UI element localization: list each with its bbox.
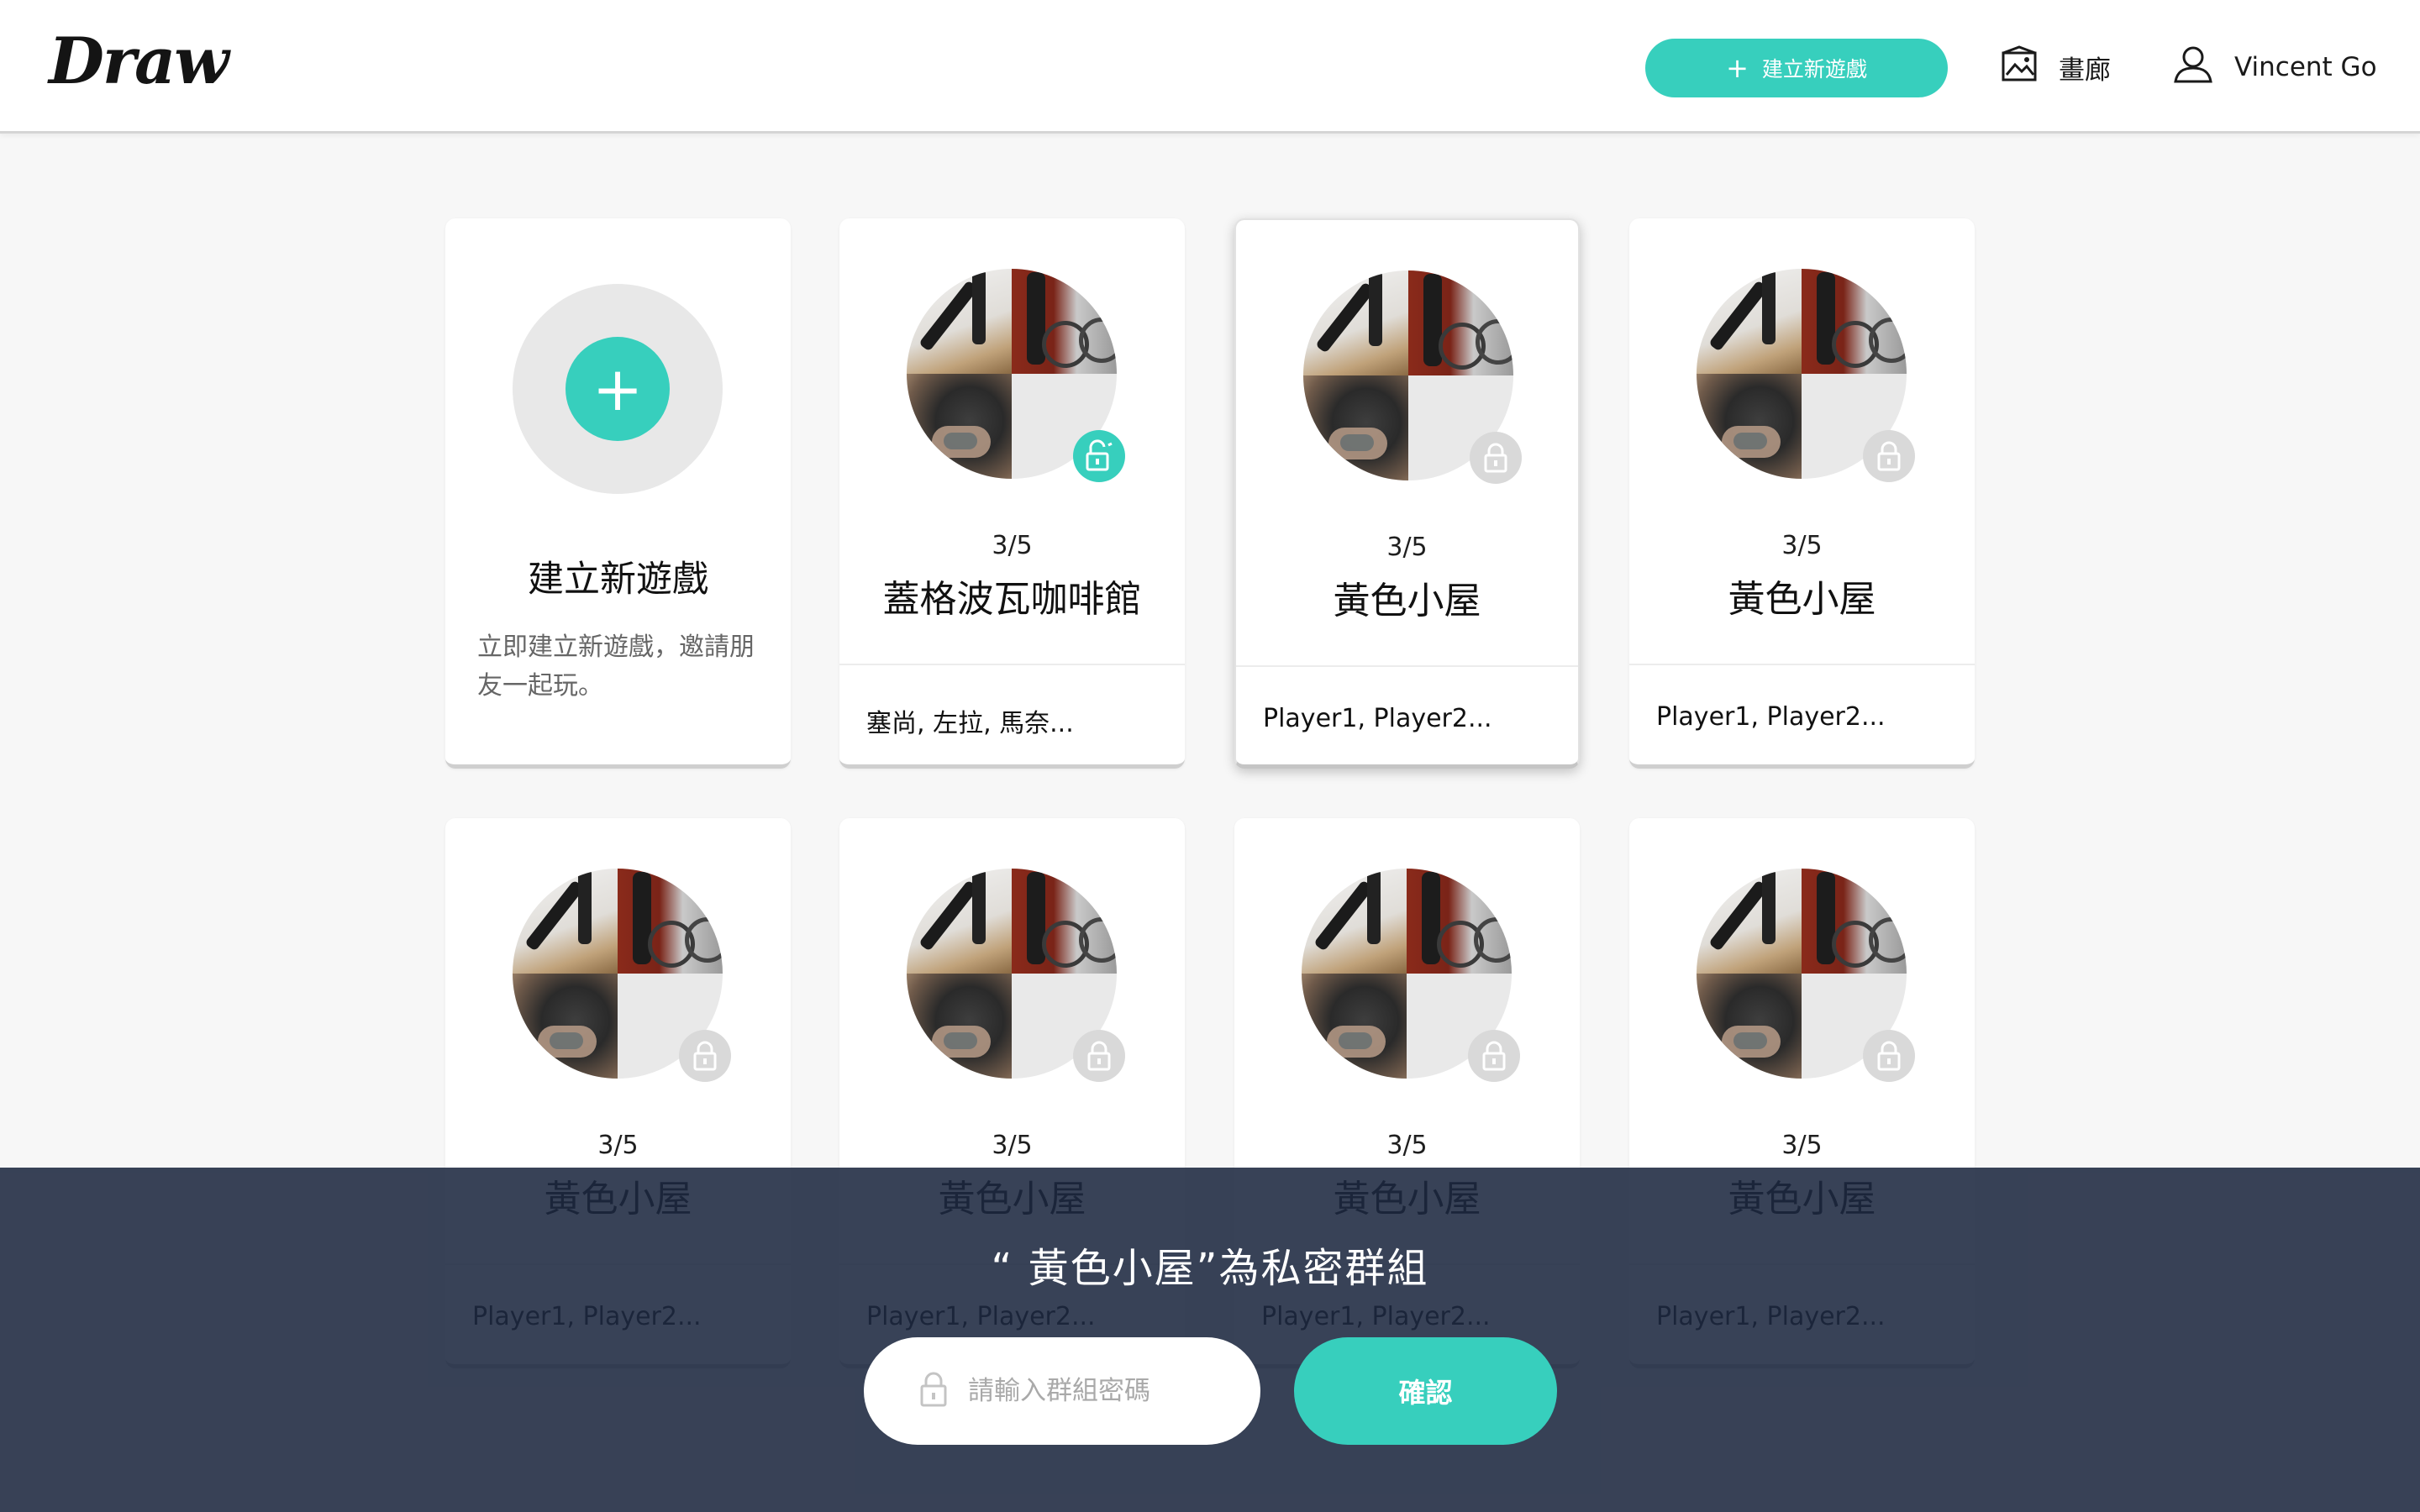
room-player-count: 3/5 [1386, 533, 1428, 562]
add-icon[interactable]: + [566, 337, 670, 441]
plus-icon: + [1726, 52, 1749, 84]
user-name: Vincent Go [2234, 52, 2377, 82]
unlock-icon [1073, 430, 1125, 482]
room-players: Player1, Player2... [1263, 704, 1492, 733]
create-game-card[interactable]: + 建立新遊戲 立即建立新遊戲，邀請朋友一起玩。 [445, 218, 791, 769]
create-game-title: 建立新遊戲 [528, 559, 708, 601]
lock-icon [1470, 432, 1522, 484]
password-input[interactable] [968, 1376, 1220, 1406]
room-player-count: 3/5 [597, 1131, 639, 1160]
room-player-count: 3/5 [1781, 531, 1823, 560]
lock-icon [1073, 1030, 1125, 1082]
lock-icon [1863, 1030, 1915, 1082]
lock-icon [679, 1030, 731, 1082]
top-header: Draw + 建立新遊戲 畫廊 Vincent Go [0, 0, 2420, 134]
gallery-icon [2000, 45, 2039, 90]
room-player-count: 3/5 [1781, 1131, 1823, 1160]
lock-icon [1468, 1030, 1520, 1082]
room-name: 黃色小屋 [1728, 578, 1876, 621]
nav-gallery-label: 畫廊 [2059, 55, 2111, 86]
card-divider [1629, 664, 1975, 665]
room-players: Player1, Player2... [1656, 702, 1886, 732]
nav-gallery[interactable]: 畫廊 [2000, 42, 2111, 92]
room-card[interactable]: 3/5 蓋格波瓦咖啡館塞尚, 左拉, 馬奈... [839, 218, 1185, 769]
card-divider [839, 664, 1185, 665]
create-game-description: 立即建立新遊戲，邀請朋友一起玩。 [477, 633, 755, 701]
new-game-button[interactable]: + 建立新遊戲 [1645, 39, 1948, 97]
password-dialog: “ 黃色小屋”為私密群組 確認 [0, 1168, 2420, 1512]
lock-icon [919, 1371, 948, 1411]
nav-user-profile[interactable]: Vincent Go [2172, 42, 2377, 92]
private-group-message: “ 黃色小屋”為私密群組 [991, 1245, 1429, 1292]
room-player-count: 3/5 [992, 531, 1033, 560]
confirm-button[interactable]: 確認 [1294, 1337, 1557, 1445]
card-divider [1236, 665, 1578, 667]
room-card[interactable]: 3/5 黃色小屋 Player1, Player2... [1234, 218, 1580, 769]
room-players: 塞尚, 左拉, 馬奈... [866, 709, 1074, 738]
lock-icon [1863, 430, 1915, 482]
room-player-count: 3/5 [1386, 1131, 1428, 1160]
room-player-count: 3/5 [992, 1131, 1033, 1160]
new-game-button-label: 建立新遊戲 [1761, 57, 1867, 81]
user-icon [2172, 43, 2214, 92]
room-name: 黃色小屋 [1333, 580, 1481, 622]
password-field[interactable] [864, 1337, 1260, 1445]
app-logo[interactable]: Draw [49, 24, 229, 98]
room-card[interactable]: 3/5 黃色小屋 Player1, Player2... [1629, 218, 1975, 769]
room-name: 蓋格波瓦咖啡館 [882, 578, 1142, 621]
create-game-circle: + [513, 284, 723, 494]
